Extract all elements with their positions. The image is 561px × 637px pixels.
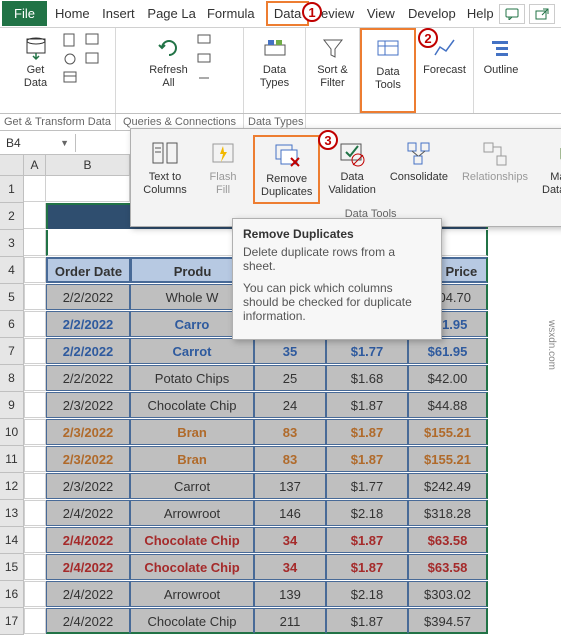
table-row: 142/4/2022Chocolate Chip34$1.87$63.58 — [0, 527, 561, 554]
data-tools-panel: Text to Columns Flash Fill Remove Duplic… — [130, 128, 561, 227]
relationships-button[interactable]: Relationships — [456, 135, 534, 204]
share-icon — [535, 8, 549, 20]
from-text-icon[interactable] — [62, 32, 80, 48]
data-validation-icon — [337, 139, 367, 169]
data-types-icon — [261, 34, 289, 62]
get-data-mini-buttons — [62, 32, 80, 86]
table-row: 172/4/2022Chocolate Chip211$1.87$394.57 — [0, 608, 561, 635]
refresh-icon — [155, 34, 183, 62]
tab-formulas[interactable]: Formula — [199, 1, 258, 26]
table-row: 72/2/2022Carrot35$1.77$61.95 — [0, 338, 561, 365]
table-row: 132/4/2022Arrowroot146$2.18$318.28 — [0, 500, 561, 527]
queries-icon[interactable] — [196, 32, 214, 48]
get-data-mini-buttons-2 — [84, 32, 102, 67]
table-row: 102/3/2022Bran83$1.87$155.21 — [0, 419, 561, 446]
remove-duplicates-button[interactable]: Remove Duplicates — [253, 135, 320, 204]
callout-1: 1 — [302, 2, 322, 22]
tab-developer[interactable]: Develop — [400, 1, 459, 26]
table-row: 122/3/2022Carrot137$1.77$242.49 — [0, 473, 561, 500]
table-row: 92/3/2022Chocolate Chip24$1.87$44.88 — [0, 392, 561, 419]
manage-data-model-icon — [555, 139, 561, 169]
table-row: 82/2/2022Potato Chips25$1.68$42.00 — [0, 365, 561, 392]
manage-data-model-button[interactable]: Manage Data Model — [536, 135, 561, 204]
flash-fill-button[interactable]: Flash Fill — [195, 135, 251, 204]
callout-3: 3 — [318, 130, 338, 150]
table-row: 112/3/2022Bran83$1.87$155.21 — [0, 446, 561, 473]
header-order-date[interactable]: Order Date — [46, 257, 130, 283]
outline-icon — [487, 34, 515, 62]
get-data-icon — [22, 34, 50, 62]
refresh-all-button[interactable]: Refresh All — [145, 32, 192, 91]
share-button[interactable] — [529, 4, 555, 24]
data-types-button[interactable]: Data Types — [253, 32, 297, 91]
col-header-b[interactable]: B — [46, 155, 130, 175]
data-tools-icon — [374, 36, 402, 64]
properties-icon[interactable] — [196, 51, 214, 67]
chevron-down-icon: ▼ — [60, 138, 69, 148]
text-to-columns-icon — [150, 139, 180, 169]
from-web-icon[interactable] — [62, 51, 80, 67]
comments-button[interactable] — [499, 4, 525, 24]
recent-sources-icon[interactable] — [84, 32, 102, 48]
col-header-a[interactable]: A — [24, 155, 46, 175]
get-data-button[interactable]: Get Data — [14, 32, 58, 91]
watermark: wsxdn.com — [546, 320, 557, 370]
outline-button[interactable]: Outline — [479, 32, 523, 79]
tab-view[interactable]: View — [359, 1, 400, 26]
name-box[interactable]: B4▼ — [0, 134, 76, 152]
existing-connections-icon[interactable] — [84, 51, 102, 67]
consolidate-icon — [404, 139, 434, 169]
table-row: 152/4/2022Chocolate Chip34$1.87$63.58 — [0, 554, 561, 581]
relationships-icon — [480, 139, 510, 169]
comment-icon — [505, 8, 519, 20]
tab-insert[interactable]: Insert — [94, 1, 139, 26]
tab-help[interactable]: Help — [459, 1, 499, 26]
consolidate-button[interactable]: Consolidate — [384, 135, 454, 204]
select-all-corner[interactable] — [0, 155, 24, 175]
data-tools-button[interactable]: Data Tools — [366, 34, 410, 93]
edit-links-icon[interactable] — [196, 70, 214, 86]
from-table-icon[interactable] — [62, 70, 80, 86]
tab-home[interactable]: Home — [47, 1, 94, 26]
tab-page-layout[interactable]: Page La — [139, 1, 199, 26]
queries-mini — [196, 32, 214, 86]
text-to-columns-button[interactable]: Text to Columns — [137, 135, 193, 204]
sort-filter-icon — [319, 34, 347, 62]
remove-duplicates-icon — [272, 141, 302, 171]
ribbon: Get Data Refresh All — [0, 28, 561, 114]
sort-filter-button[interactable]: Sort & Filter — [311, 32, 355, 91]
menubar: File Home Insert Page La Formula Data ev… — [0, 0, 561, 28]
flash-fill-icon — [208, 139, 238, 169]
callout-2: 2 — [418, 28, 438, 48]
remove-duplicates-tooltip: Remove Duplicates Delete duplicate rows … — [232, 218, 442, 340]
table-row: 162/4/2022Arrowroot139$2.18$303.02 — [0, 581, 561, 608]
file-tab[interactable]: File — [2, 1, 47, 26]
